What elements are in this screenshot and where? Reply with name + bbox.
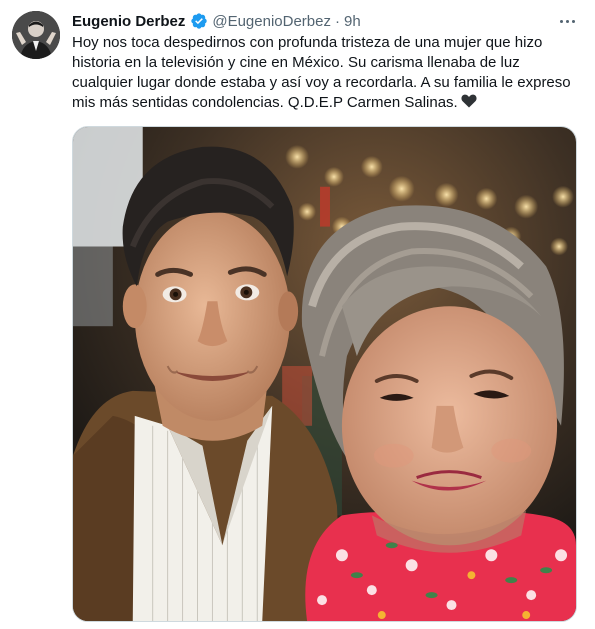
separator-dot: · [335,12,340,30]
more-options-icon[interactable] [557,13,577,29]
tweet-photo[interactable] [72,126,577,622]
tweet-text-container: Hoy nos toca despedirnos con profunda tr… [72,33,572,113]
author-handle[interactable]: @EugenioDerbez [212,13,331,30]
tweet[interactable]: Eugenio Derbez @EugenioDerbez · 9h Hoy n… [0,0,595,629]
tweet-text: Hoy nos toca despedirnos con profunda tr… [72,34,571,111]
verified-badge-icon [190,12,208,30]
author-avatar[interactable] [12,11,60,59]
black-heart-emoji [461,94,477,108]
tweet-timestamp[interactable]: 9h [344,13,361,30]
tweet-header: Eugenio Derbez @EugenioDerbez · 9h [72,11,361,31]
author-name[interactable]: Eugenio Derbez [72,13,185,30]
